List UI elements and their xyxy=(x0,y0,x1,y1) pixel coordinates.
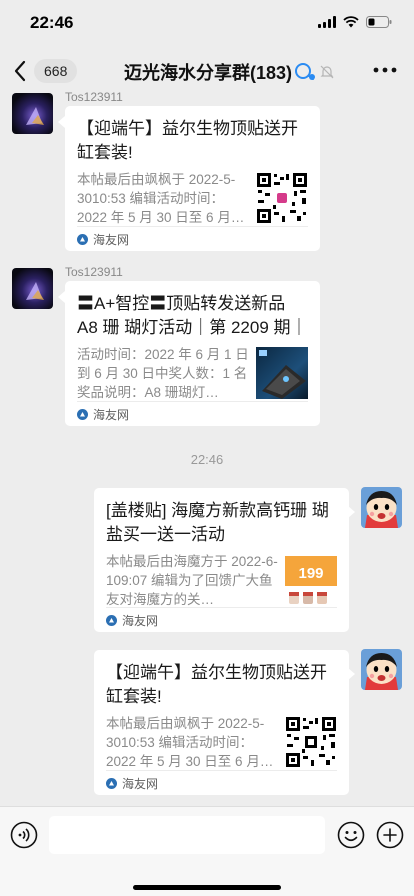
card-title: 〓A+智控〓顶贴转发送新品 A8 珊 瑚灯活动｜第 2209 期｜ xyxy=(77,294,308,337)
chat-title: 迈光海水分享群(183) xyxy=(124,63,293,83)
card-description: 活动时间：2022 年 6 月 1 日到 6 月 30 日中奖人数：1 名奖品说… xyxy=(77,347,249,400)
source-label: 海友网 xyxy=(122,776,159,791)
bubble-tail xyxy=(348,506,355,518)
avatar[interactable] xyxy=(12,93,53,134)
card-source: 海友网 xyxy=(106,770,337,795)
bubble-tail xyxy=(348,668,355,680)
avatar-image xyxy=(12,93,53,134)
message-text-input[interactable] xyxy=(49,816,325,854)
avatar[interactable] xyxy=(361,487,402,528)
card-title: [盖楼贴] 海魔方新款高钙珊 瑚盐买一送一活动 xyxy=(106,501,329,544)
link-card[interactable]: 【迎端午】益尔生物顶贴送开缸套装! 本帖最后由飒枫于 2022-5-3010:5… xyxy=(94,650,349,795)
mute-bell-icon xyxy=(320,65,334,79)
group-chat-icon xyxy=(295,63,316,80)
bubble-tail xyxy=(58,116,65,128)
source-label: 海友网 xyxy=(93,407,130,422)
back-button[interactable]: 668 xyxy=(10,58,78,84)
avatar[interactable] xyxy=(12,268,53,309)
avatar-image xyxy=(361,649,402,690)
emoji-icon[interactable] xyxy=(337,821,365,849)
card-source: 海友网 xyxy=(77,226,308,251)
wifi-icon xyxy=(343,16,359,28)
signal-icon xyxy=(318,16,336,28)
promo-price-text: 199 xyxy=(298,565,323,582)
source-label: 海友网 xyxy=(93,232,130,247)
message-input-bar xyxy=(0,806,414,896)
sender-name: Tos123911 xyxy=(65,90,123,104)
chat-header: 668 迈光海水分享群(183) xyxy=(0,50,414,92)
source-logo-icon xyxy=(106,614,117,626)
salt-promo-thumbnail: 199 xyxy=(285,554,337,606)
source-logo-icon xyxy=(106,777,117,789)
sender-name: Tos123911 xyxy=(65,265,123,279)
home-indicator xyxy=(133,885,281,890)
source-logo-icon xyxy=(77,408,88,420)
bubble-tail xyxy=(58,291,65,303)
source-logo-icon xyxy=(77,233,88,245)
card-title: 【迎端午】益尔生物顶贴送开缸套装! xyxy=(106,663,327,706)
coral-light-thumbnail xyxy=(256,347,308,399)
avatar-image xyxy=(12,268,53,309)
card-source: 海友网 xyxy=(106,607,337,632)
status-bar: 22:46 xyxy=(0,0,414,48)
status-icons xyxy=(318,16,392,28)
timestamp-divider: 22:46 xyxy=(190,452,224,467)
qr-code-thumbnail xyxy=(256,172,308,224)
card-title: 【迎端午】益尔生物顶贴送开缸套装! xyxy=(77,119,298,162)
card-source: 海友网 xyxy=(77,401,308,426)
chat-title-group[interactable]: 迈光海水分享群(183) xyxy=(124,59,335,85)
battery-icon xyxy=(366,16,392,28)
link-card[interactable]: 〓A+智控〓顶贴转发送新品 A8 珊 瑚灯活动｜第 2209 期｜ 活动时间：2… xyxy=(65,281,320,426)
link-card[interactable]: [盖楼贴] 海魔方新款高钙珊 瑚盐买一送一活动 本帖最后由海魔方于 2022-6… xyxy=(94,488,349,632)
qr-code-thumbnail xyxy=(285,716,337,768)
avatar[interactable] xyxy=(361,649,402,690)
card-description: 本帖最后由飒枫于 2022-5-3010:53 编辑活动时间：2022 年 5 … xyxy=(106,716,274,769)
source-label: 海友网 xyxy=(122,613,159,628)
avatar-image xyxy=(361,487,402,528)
more-options-icon[interactable] xyxy=(372,60,398,80)
status-time: 22:46 xyxy=(30,13,74,32)
unread-count-badge: 668 xyxy=(34,59,78,83)
plus-icon[interactable] xyxy=(376,821,404,849)
chevron-left-icon xyxy=(14,60,26,82)
voice-input-icon[interactable] xyxy=(10,821,38,849)
link-card[interactable]: 【迎端午】益尔生物顶贴送开缸套装! 本帖最后由飒枫于 2022-5-3010:5… xyxy=(65,106,320,251)
card-description: 本帖最后由飒枫于 2022-5-3010:53 编辑活动时间：2022 年 5 … xyxy=(77,172,245,225)
card-description: 本帖最后由海魔方于 2022-6-109:07 编辑为了回馈广大鱼友对海魔方的关… xyxy=(106,554,278,607)
